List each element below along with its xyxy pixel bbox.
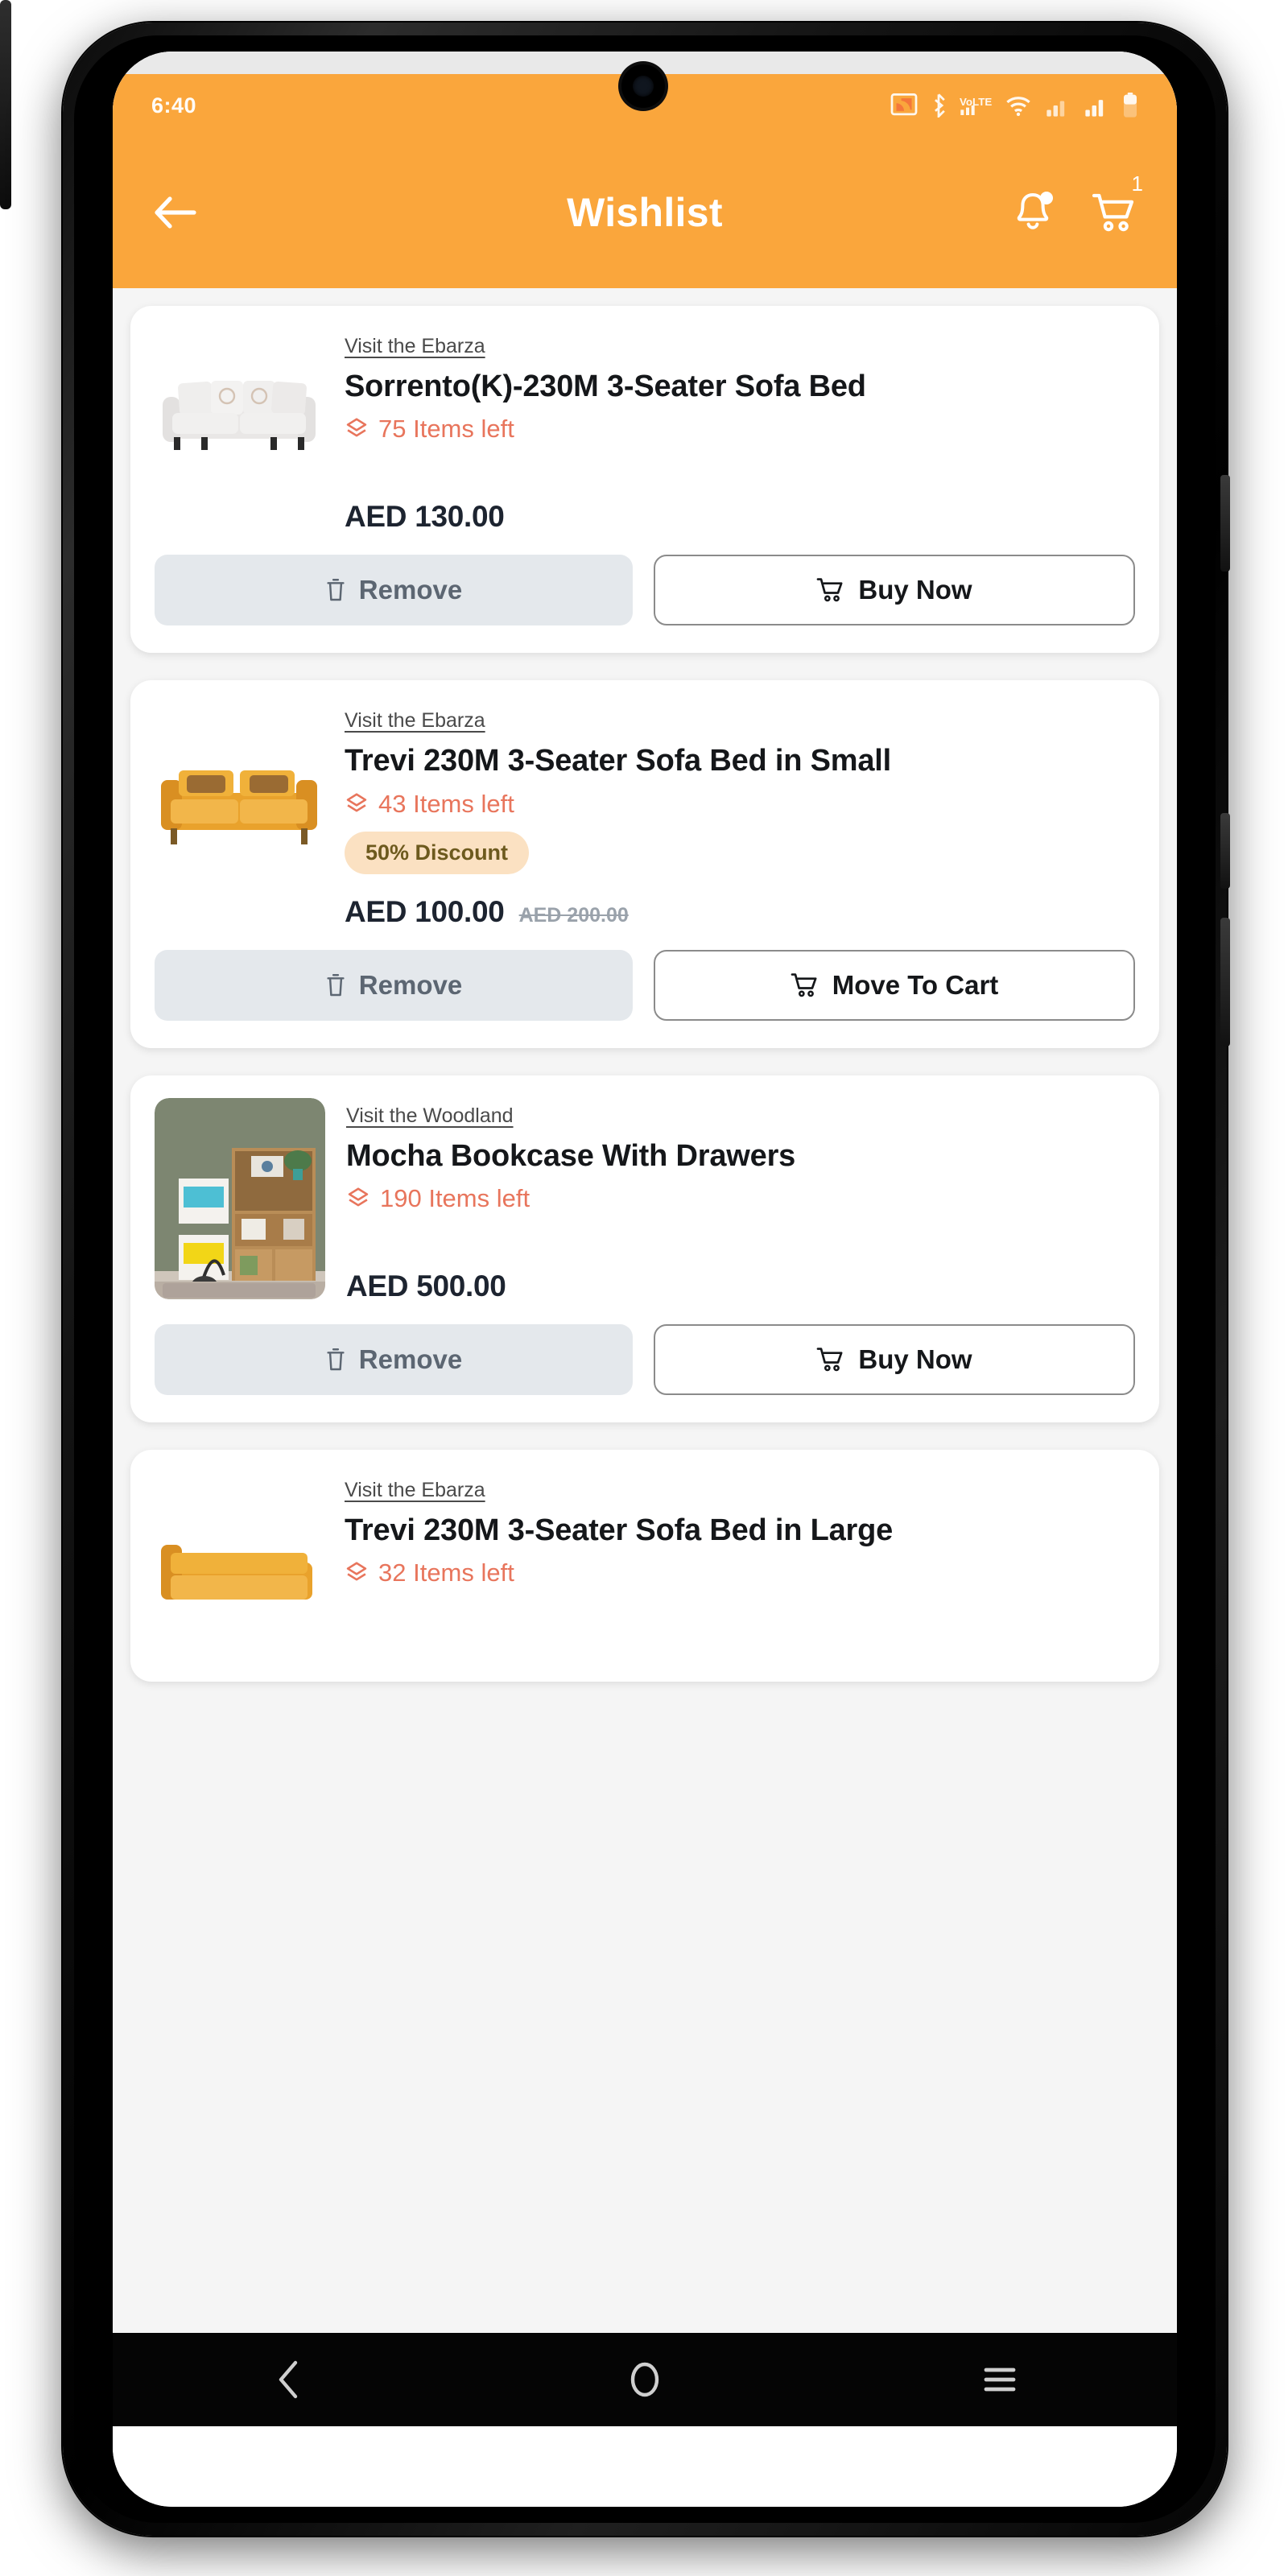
store-link[interactable]: Visit the Woodland (346, 1104, 514, 1128)
app-bar: Wishlist 1 (113, 137, 1177, 288)
product-image-bookcase-room[interactable] (155, 1097, 325, 1299)
remove-button[interactable]: Remove (155, 1324, 633, 1396)
remove-button[interactable]: Remove (155, 949, 633, 1021)
bluetooth-icon (931, 93, 947, 118)
cart-icon (791, 972, 817, 997)
product-info: Visit the Ebarza Trevi 230M 3-Seater Sof… (345, 703, 1132, 928)
cart-icon (1092, 193, 1134, 232)
product-title: Mocha Bookcase With Drawers (346, 1138, 796, 1173)
layers-icon (346, 1562, 367, 1581)
screenshot-root: 6:40 VoLTE Wishlist 1 Visit the Ebarza S… (0, 0, 1288, 2576)
card-actions: Remove Buy Now (130, 1311, 1159, 1422)
home-circle-icon (630, 2362, 659, 2397)
product-old-price: AED 200.00 (518, 903, 629, 927)
store-link[interactable]: Visit the Ebarza (345, 709, 485, 733)
discount-badge: 50% Discount (345, 831, 530, 874)
svg-text:VoLTE: VoLTE (960, 96, 992, 108)
product-title: Trevi 230M 3-Seater Sofa Bed in Small (345, 744, 891, 778)
status-time: 6:40 (151, 93, 197, 118)
back-button[interactable] (150, 188, 200, 237)
wifi-icon (1005, 93, 1032, 118)
lte-icon: VoLTE (960, 93, 992, 118)
signal-2-icon (1084, 93, 1109, 118)
status-icons: VoLTE (890, 93, 1138, 118)
cast-icon (890, 93, 918, 118)
stock-label: 75 Items left (378, 415, 514, 444)
product-info: Visit the Woodland Mocha Bookcase With D… (346, 1098, 1132, 1303)
primary-action-button[interactable]: Buy Now (654, 555, 1135, 626)
primary-action-label: Move To Cart (832, 969, 999, 1000)
product-price: AED 100.00 (345, 894, 505, 928)
arrow-left-icon (155, 196, 196, 229)
signal-1-icon (1045, 93, 1071, 118)
product-info: Visit the Ebarza Sorrento(K)-230M 3-Seat… (345, 328, 1132, 534)
product-image-yellow-sofa[interactable] (155, 703, 324, 905)
layers-icon (346, 793, 367, 812)
cart-button[interactable]: 1 (1090, 173, 1143, 237)
remove-label: Remove (358, 575, 463, 605)
card-actions: Remove Buy Now (130, 542, 1159, 653)
trash-icon (327, 973, 345, 996)
notification-dot (1040, 192, 1053, 204)
stock-status: 43 Items left (345, 790, 1132, 819)
product-image-white-sofa[interactable] (155, 328, 324, 497)
wishlist-card[interactable]: Visit the Ebarza Trevi 230M 3-Seater Sof… (130, 680, 1159, 1048)
price-row: AED 500.00 (346, 1269, 1132, 1303)
store-link[interactable]: Visit the Ebarza (345, 335, 485, 358)
price-row: AED 130.00 (345, 500, 1132, 534)
menu-lines-icon (984, 2368, 1016, 2392)
trash-icon (327, 1348, 345, 1371)
stock-label: 190 Items left (380, 1184, 530, 1213)
stock-label: 43 Items left (378, 789, 514, 818)
remove-button[interactable]: Remove (155, 555, 633, 626)
primary-action-button[interactable]: Move To Cart (654, 949, 1135, 1021)
app-bar-actions: 1 (1008, 173, 1143, 237)
power-button[interactable] (1220, 475, 1230, 572)
wishlist-card[interactable]: Visit the Woodland Mocha Bookcase With D… (130, 1075, 1159, 1423)
product-price: AED 130.00 (345, 500, 505, 534)
stock-label: 32 Items left (378, 1558, 514, 1587)
remove-label: Remove (358, 969, 463, 1000)
volume-up-button[interactable] (1220, 813, 1230, 889)
wishlist-list[interactable]: Visit the Ebarza Sorrento(K)-230M 3-Seat… (113, 288, 1177, 2333)
phone-screen: 6:40 VoLTE Wishlist 1 Visit the Ebarza S… (113, 52, 1177, 2507)
volume-down-button[interactable] (1220, 918, 1230, 1046)
cart-badge: 1 (1131, 171, 1143, 196)
primary-action-label: Buy Now (858, 575, 972, 605)
product-price: AED 500.00 (346, 1269, 506, 1303)
trash-icon (327, 579, 345, 601)
price-row: AED 100.00 AED 200.00 (345, 895, 1132, 929)
layers-icon (348, 1187, 369, 1207)
back-chevron-icon (279, 2360, 298, 2399)
remove-label: Remove (358, 1344, 463, 1375)
front-camera (621, 64, 665, 108)
nav-recents-button[interactable] (952, 2333, 1048, 2426)
stock-status: 75 Items left (345, 415, 1132, 444)
primary-action-label: Buy Now (858, 1344, 972, 1375)
stock-status: 32 Items left (345, 1558, 1132, 1587)
battery-icon (1122, 93, 1138, 118)
wishlist-card[interactable]: Visit the Ebarza Trevi 230M 3-Seater Sof… (130, 1450, 1159, 1682)
notifications-button[interactable] (1008, 188, 1058, 237)
store-link[interactable]: Visit the Ebarza (345, 1479, 485, 1502)
layers-icon (346, 418, 367, 437)
nav-home-button[interactable] (597, 2333, 693, 2426)
stock-status: 190 Items left (346, 1184, 1132, 1213)
product-title: Trevi 230M 3-Seater Sofa Bed in Large (345, 1513, 894, 1548)
product-title: Sorrento(K)-230M 3-Seater Sofa Bed (345, 369, 866, 403)
android-nav-bar (113, 2333, 1177, 2426)
nav-back-button[interactable] (242, 2333, 338, 2426)
assistant-button[interactable] (0, 0, 11, 209)
wishlist-card[interactable]: Visit the Ebarza Sorrento(K)-230M 3-Seat… (130, 306, 1159, 654)
cart-icon (817, 578, 843, 602)
card-actions: Remove Move To Cart (130, 937, 1159, 1048)
cart-icon (817, 1348, 843, 1372)
product-info: Visit the Ebarza Trevi 230M 3-Seater Sof… (345, 1472, 1132, 1674)
product-image-yellow-sofa[interactable] (155, 1472, 324, 1674)
primary-action-button[interactable]: Buy Now (654, 1324, 1135, 1396)
